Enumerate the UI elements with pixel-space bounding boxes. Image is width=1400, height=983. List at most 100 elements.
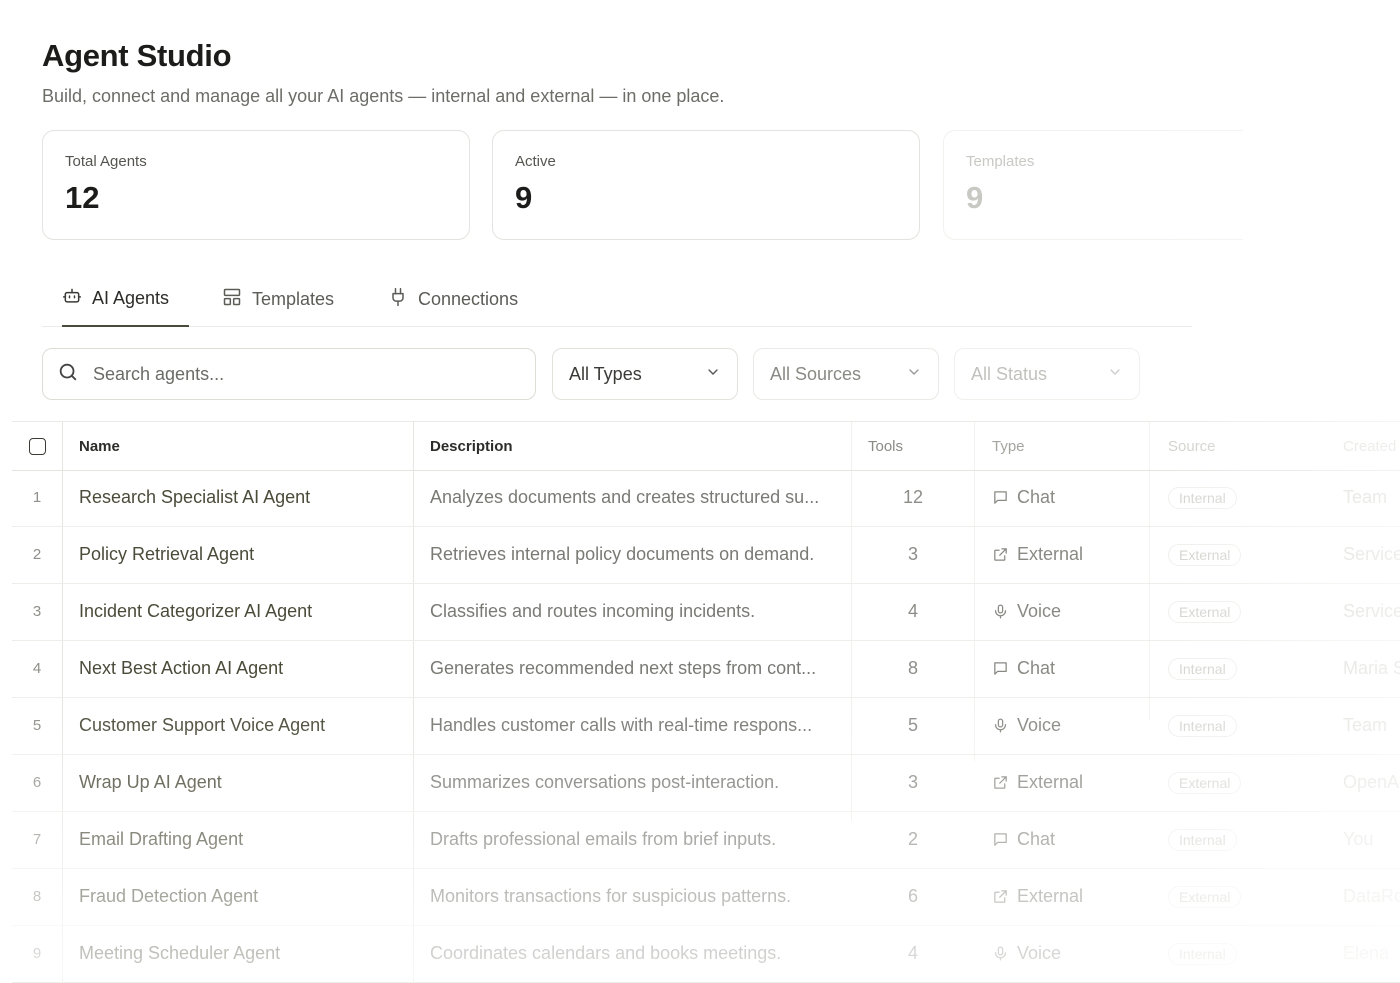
agent-type-label: Chat: [1017, 658, 1056, 678]
agent-description: Monitors transactions for suspicious pat…: [430, 886, 792, 906]
agent-name[interactable]: Wrap Up AI Agent: [79, 754, 409, 811]
stat-card-active: Active 9: [492, 130, 920, 240]
agent-created-by: Service: [1343, 601, 1400, 621]
column-header-description[interactable]: Description: [430, 422, 850, 470]
agent-description: Summarizes conversations post-interactio…: [430, 772, 780, 792]
agent-name[interactable]: Meeting Scheduler Agent: [79, 925, 409, 982]
agent-type-label: Voice: [1017, 601, 1062, 621]
agent-type: Chat: [992, 469, 1162, 526]
select-all-checkbox[interactable]: [28, 437, 46, 455]
mic-icon: [992, 717, 1009, 734]
column-header-source[interactable]: Source: [1168, 422, 1318, 470]
tab-connections[interactable]: Connections: [388, 272, 518, 326]
tab-label: Connections: [418, 288, 519, 309]
agent-name[interactable]: Customer Support Voice Agent: [79, 697, 409, 754]
stat-label: Templates: [966, 153, 1035, 170]
type-filter-select[interactable]: All Types: [552, 348, 738, 400]
agent-tools-count: 12: [902, 487, 924, 507]
external-link-icon: [992, 888, 1009, 905]
mic-icon: [992, 945, 1009, 962]
chevron-down-icon: [1107, 364, 1123, 385]
table-row[interactable]: 5 Customer Support Voice Agent Handles cus…: [12, 697, 1400, 755]
table-row[interactable]: 1 Research Specialist AI Agent Analyzes do…: [12, 469, 1400, 527]
stat-label: Total Agents: [65, 153, 147, 170]
agent-created-by: Maria S: [1343, 658, 1400, 678]
agent-type-label: Voice: [1017, 943, 1062, 963]
table-row[interactable]: 7 Email Drafting Agent Drafts professional…: [12, 811, 1400, 869]
page-subtitle: Build, connect and manage all your AI ag…: [42, 86, 725, 106]
search-input[interactable]: [91, 362, 495, 386]
agent-tools-count: 5: [907, 715, 918, 735]
external-link-icon: [992, 546, 1009, 563]
agent-type-label: Chat: [1017, 487, 1056, 507]
agent-name[interactable]: Fraud Detection Agent: [79, 868, 409, 925]
source-badge: External: [1168, 771, 1242, 794]
agent-source: External: [1168, 754, 1318, 811]
row-number: 9: [32, 945, 42, 962]
column-header-tools[interactable]: Tools: [868, 422, 990, 470]
source-badge: Internal: [1168, 714, 1237, 737]
table-row[interactable]: 6 Wrap Up AI Agent Summarizes conversation…: [12, 754, 1400, 812]
agent-name[interactable]: Research Specialist AI Agent: [79, 469, 409, 526]
source-badge: Internal: [1168, 486, 1237, 509]
layout-icon: [222, 287, 242, 312]
source-badge: External: [1168, 885, 1242, 908]
agent-created-by: OpenAI: [1343, 772, 1400, 792]
source-badge: External: [1168, 600, 1242, 623]
tab-ai-agents[interactable]: AI Agents: [62, 272, 190, 327]
agent-description: Handles customer calls with real-time re…: [430, 715, 813, 735]
agent-description: Drafts professional emails from brief in…: [430, 829, 777, 849]
agent-name[interactable]: Next Best Action AI Agent: [79, 640, 409, 697]
agent-studio-page: Agent Studio Build, connect and manage a…: [0, 0, 1400, 983]
select-all-checkbox-cell[interactable]: [12, 422, 62, 470]
column-header-created[interactable]: Created: [1343, 422, 1400, 470]
source-badge: Internal: [1168, 828, 1237, 851]
row-number: 7: [32, 831, 42, 848]
column-header-name[interactable]: Name: [79, 422, 409, 470]
agent-source: External: [1168, 583, 1318, 640]
row-number: 5: [32, 717, 42, 734]
agent-name[interactable]: Email Drafting Agent: [79, 811, 409, 868]
column-header-type[interactable]: Type: [992, 422, 1162, 470]
agent-tools-count: 3: [907, 544, 918, 564]
agent-source: Internal: [1168, 697, 1318, 754]
chat-icon: [992, 660, 1009, 677]
plug-icon: [388, 287, 408, 312]
agent-type: External: [992, 526, 1162, 583]
agent-source: External: [1168, 526, 1318, 583]
source-filter-select[interactable]: All Sources: [753, 348, 939, 400]
table-row[interactable]: 3 Incident Categorizer AI Agent Classifies…: [12, 583, 1400, 641]
robot-icon: [62, 286, 82, 311]
page-title: Agent Studio: [42, 38, 232, 73]
table-row[interactable]: 9 Meeting Scheduler Agent Coordinates cale…: [12, 925, 1400, 983]
table-row[interactable]: 8 Fraud Detection Agent Monitors transacti…: [12, 868, 1400, 926]
agent-tools-count: 4: [907, 943, 918, 963]
agent-source: Internal: [1168, 811, 1318, 868]
tab-label: AI Agents: [92, 288, 170, 308]
search-box[interactable]: [42, 348, 536, 400]
row-number: 1: [32, 489, 42, 506]
agent-name[interactable]: Policy Retrieval Agent: [79, 526, 409, 583]
external-link-icon: [992, 774, 1009, 791]
agent-tools-count: 3: [907, 772, 918, 792]
agent-description: Analyzes documents and creates structure…: [430, 487, 820, 507]
table-header: Name Description Tools Type Source Creat…: [12, 421, 1400, 471]
select-value: All Status: [971, 363, 1048, 384]
agent-created-by: DataRo: [1343, 886, 1400, 906]
agent-created-by: You: [1343, 829, 1374, 849]
stat-card-total-agents: Total Agents 12: [42, 130, 470, 240]
table-row[interactable]: 2 Policy Retrieval Agent Retrieves interna…: [12, 526, 1400, 584]
stat-value: 9: [966, 180, 984, 215]
tab-templates[interactable]: Templates: [222, 272, 334, 326]
agent-created-by: Team: [1343, 487, 1388, 507]
agent-type-label: Voice: [1017, 715, 1062, 735]
agent-type: Chat: [992, 811, 1162, 868]
agent-type: Voice: [992, 697, 1162, 754]
agent-description: Coordinates calendars and books meetings…: [430, 943, 782, 963]
row-number: 3: [32, 603, 42, 620]
row-number: 2: [32, 546, 42, 563]
agent-type: Chat: [992, 640, 1162, 697]
status-filter-select[interactable]: All Status: [954, 348, 1140, 400]
table-row[interactable]: 4 Next Best Action AI Agent Generates reco…: [12, 640, 1400, 698]
agent-name[interactable]: Incident Categorizer AI Agent: [79, 583, 409, 640]
